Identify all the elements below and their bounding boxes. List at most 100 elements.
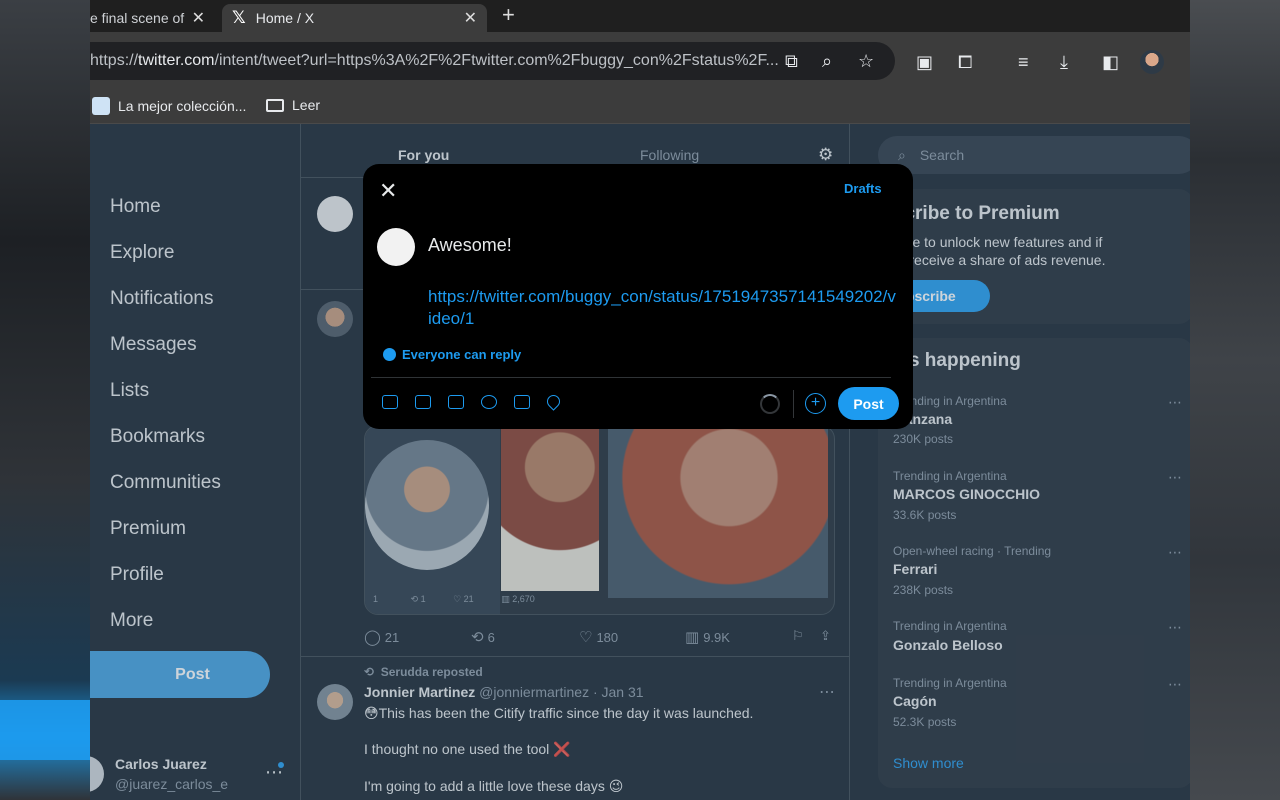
drafts-button[interactable]: Drafts [844,181,882,196]
bookmark-item[interactable]: La mejor colección... [92,97,246,115]
trend-meta: Trending in Argentina [893,469,1007,483]
more-options-icon[interactable]: ⋯ [819,682,835,702]
trend-meta: Trending in Argentina [893,619,1007,633]
trend-more-icon[interactable]: ⋯ [1168,394,1182,411]
post-button[interactable]: Post [838,387,899,420]
add-thread-icon[interactable]: + [805,393,826,414]
bookmark-favicon-icon [92,97,110,115]
gif-icon[interactable] [415,395,431,409]
sidebar-item-messages[interactable]: Messages [110,334,197,356]
trend-more-icon[interactable]: ⋯ [1168,469,1182,486]
tab-following[interactable]: Following [640,147,699,163]
schedule-icon[interactable] [514,395,530,409]
trend-meta: Open-wheel racing · Trending [893,544,1052,558]
browser-tab-active[interactable]: 𝕏 Home / X ✕ [222,4,487,32]
sidebar-item-notifications[interactable]: Notifications [110,288,214,310]
globe-icon [383,348,396,361]
avatar[interactable] [317,301,353,337]
trend-title[interactable]: MARCOS GINOCCHIO [893,486,1040,502]
sidebar-item-communities[interactable]: Communities [110,472,221,494]
tab-title: Home / X [255,10,315,26]
character-count-ring [760,394,780,414]
trend-count: 230K posts [893,432,954,446]
media-image[interactable] [501,426,599,591]
extensions-puzzle-icon[interactable]: ⧠ [958,52,972,73]
sidebar-item-lists[interactable]: Lists [110,380,149,402]
tab-close-icon[interactable]: ✕ [464,8,477,28]
divider [301,656,849,657]
bookmark-icon[interactable]: ⚐ [792,628,804,644]
tweet-media[interactable]: 1 ⟲ 1 ♡ 21 ▥ 2,670 [364,425,835,615]
sidebar-item-bookmarks[interactable]: Bookmarks [110,426,205,448]
profile-avatar[interactable] [1140,50,1164,74]
location-icon[interactable] [544,392,563,411]
tab-for-you[interactable]: For you [398,147,449,163]
new-tab-button[interactable]: + [502,2,515,28]
bookmark-star-icon[interactable]: ☆ [858,51,874,72]
reply-button[interactable]: ◯ 21 [364,628,399,646]
sidebar-item-premium[interactable]: Premium [110,518,186,540]
side-panel-icon[interactable]: ◧ [1102,52,1119,73]
trend-count: 52.3K posts [893,715,957,729]
media-image-icon[interactable] [382,395,398,409]
settings-gear-icon[interactable]: ⚙ [818,145,833,165]
post-button[interactable]: Post [90,651,270,698]
compose-dialog: ✕ Drafts Awesome! https://twitter.com/bu… [363,164,913,429]
zoom-icon[interactable]: ⌕ [822,51,832,72]
trend-title[interactable]: Cagón [893,693,937,709]
views-button[interactable]: ▥ 9.9K [685,628,730,646]
like-button[interactable]: ♡ 180 [579,628,618,646]
trend-more-icon[interactable]: ⋯ [1168,619,1182,636]
repost-indicator: ⟲ Serudda reposted [364,665,483,679]
sidebar-item-more[interactable]: More [110,610,153,632]
tab-close-icon[interactable]: ✕ [192,8,205,28]
share-icon[interactable]: ⇪ [820,628,831,644]
repost-button[interactable]: ⟲ 6 [471,628,495,646]
browser-tab-inactive[interactable]: e final scene of ✕ [90,4,215,32]
reply-setting-button[interactable]: Everyone can reply [383,347,521,362]
trend-count: 33.6K posts [893,508,957,522]
account-avatar[interactable] [90,756,104,792]
browser-window: e final scene of ✕ 𝕏 Home / X ✕ + https:… [90,0,1190,800]
trend-title[interactable]: Ferrari [893,561,937,577]
photo-portrait [365,440,489,570]
url-text[interactable]: https://twitter.com/intent/tweet?url=htt… [90,52,780,70]
trend-meta: Trending in Argentina [893,676,1007,690]
media-stats: 1 ⟲ 1 ♡ 21 ▥ 2,670 [373,594,535,604]
sidebar-item-profile[interactable]: Profile [110,564,164,586]
media-image[interactable] [365,426,500,614]
tweet-author[interactable]: Jonnier Martinez @jonniermartinez · Jan … [364,684,644,700]
address-bar[interactable]: https://twitter.com/intent/tweet?url=htt… [90,42,895,80]
trend-title[interactable]: Gonzalo Belloso [893,637,1003,653]
bookmark-folder[interactable]: Leer [266,97,320,113]
search-input[interactable]: ⌕ Search [878,136,1190,174]
notification-dot [278,762,284,768]
extension-icon[interactable]: ▣ [916,52,933,73]
poll-icon[interactable] [448,395,464,409]
sidebar-item-explore[interactable]: Explore [110,242,174,264]
account-name[interactable]: Carlos Juarez [115,756,207,772]
trend-more-icon[interactable]: ⋯ [1168,676,1182,693]
avatar[interactable] [377,228,415,266]
sidebar-item-home[interactable]: Home [110,196,161,218]
media-video[interactable] [608,426,828,598]
show-more-link[interactable]: Show more [893,755,964,771]
compose-link[interactable]: https://twitter.com/buggy_con/status/175… [428,286,898,330]
avatar[interactable] [317,196,353,232]
tab-bar: e final scene of ✕ 𝕏 Home / X ✕ + [90,0,1190,32]
tweet-text-line: I'm going to add a little love these day… [364,778,624,794]
emoji-icon[interactable] [481,395,497,409]
search-icon: ⌕ [898,146,906,163]
download-icon[interactable]: ⤓ [1060,52,1068,73]
account-handle: @juarez_carlos_e [115,776,229,792]
trend-more-icon[interactable]: ⋯ [1168,544,1182,561]
tweet-text-line: 😳This has been the Citify traffic since … [364,705,754,721]
reply-icon: ◯ [364,629,381,646]
install-app-icon[interactable]: ⧉ [785,51,798,72]
close-icon[interactable]: ✕ [379,178,397,204]
media-playlist-icon[interactable]: ≡ [1018,52,1029,73]
compose-text-input[interactable]: Awesome! [428,235,512,256]
avatar[interactable] [317,684,353,720]
views-chart-icon: ▥ [685,629,700,646]
browser-toolbar: https://twitter.com/intent/tweet?url=htt… [90,32,1190,88]
